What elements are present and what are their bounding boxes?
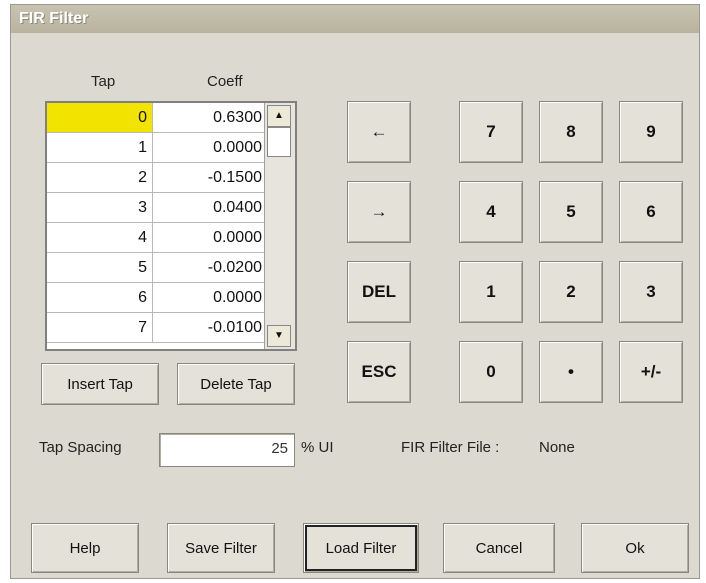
cancel-button[interactable]: Cancel [443, 523, 555, 573]
tap-cell[interactable]: 2 [47, 163, 153, 192]
table-row[interactable]: 0 0.6300 [47, 103, 267, 133]
coeff-cell[interactable]: -0.0200 [153, 253, 267, 282]
tap-coefficient-table[interactable]: 0 0.6300 1 0.0000 2 -0.1500 3 0.0400 4 0.0000 5 -0.… [45, 101, 297, 351]
insert-tap-button[interactable]: Insert Tap [41, 363, 159, 405]
digit-3-button[interactable]: 3 [619, 261, 683, 323]
scroll-thumb[interactable] [267, 127, 291, 157]
tap-cell[interactable]: 1 [47, 133, 153, 162]
coeff-cell[interactable]: 0.0400 [153, 193, 267, 222]
fir-filter-dialog: FIR Filter Tap Coeff 0 0.6300 1 0.0000 2 -0.1… [10, 4, 700, 579]
tap-cell[interactable]: 3 [47, 193, 153, 222]
load-filter-button[interactable]: Load Filter [303, 523, 419, 573]
scroll-up-button[interactable]: ▲ [267, 105, 291, 127]
coeff-cell[interactable]: 0.6300 [153, 103, 267, 132]
tap-spacing-label: Tap Spacing [39, 439, 122, 456]
coeff-cell[interactable]: 0.0000 [153, 283, 267, 312]
tap-column-header: Tap [91, 73, 116, 90]
tap-spacing-unit: % UI [301, 439, 334, 456]
digit-9-button[interactable]: 9 [619, 101, 683, 163]
help-button[interactable]: Help [31, 523, 139, 573]
digit-0-button[interactable]: 0 [459, 341, 523, 403]
tap-spacing-input[interactable]: 25 [159, 433, 295, 467]
cursor-right-button[interactable]: → [347, 181, 411, 243]
coeff-cell[interactable]: -0.0100 [153, 313, 267, 342]
table-row[interactable]: 5 -0.0200 [47, 253, 267, 283]
ok-button[interactable]: Ok [581, 523, 689, 573]
plus-minus-button[interactable]: +/- [619, 341, 683, 403]
digit-8-button[interactable]: 8 [539, 101, 603, 163]
coeff-column-header: Coeff [207, 73, 243, 90]
coeff-cell[interactable]: -0.1500 [153, 163, 267, 192]
digit-5-button[interactable]: 5 [539, 181, 603, 243]
tap-cell[interactable]: 6 [47, 283, 153, 312]
digit-6-button[interactable]: 6 [619, 181, 683, 243]
table-scrollbar[interactable]: ▲ ▼ [264, 103, 295, 349]
table-row[interactable]: 6 0.0000 [47, 283, 267, 313]
coeff-cell[interactable]: 0.0000 [153, 133, 267, 162]
table-row[interactable]: 1 0.0000 [47, 133, 267, 163]
decimal-point-button[interactable]: • [539, 341, 603, 403]
fir-filter-file-value: None [539, 439, 575, 456]
digit-4-button[interactable]: 4 [459, 181, 523, 243]
escape-key-button[interactable]: ESC [347, 341, 411, 403]
tap-cell[interactable]: 4 [47, 223, 153, 252]
digit-7-button[interactable]: 7 [459, 101, 523, 163]
table-row[interactable]: 2 -0.1500 [47, 163, 267, 193]
tap-cell[interactable]: 0 [47, 103, 153, 132]
scroll-down-button[interactable]: ▼ [267, 325, 291, 347]
table-row[interactable]: 3 0.0400 [47, 193, 267, 223]
tap-cell[interactable]: 5 [47, 253, 153, 282]
cursor-left-button[interactable]: ← [347, 101, 411, 163]
table-row[interactable]: 7 -0.0100 [47, 313, 267, 343]
tap-cell[interactable]: 7 [47, 313, 153, 342]
digit-2-button[interactable]: 2 [539, 261, 603, 323]
save-filter-button[interactable]: Save Filter [167, 523, 275, 573]
delete-key-button[interactable]: DEL [347, 261, 411, 323]
table-row[interactable]: 4 0.0000 [47, 223, 267, 253]
fir-filter-file-label: FIR Filter File : [401, 439, 500, 456]
coeff-cell[interactable]: 0.0000 [153, 223, 267, 252]
dialog-title: FIR Filter [11, 5, 699, 33]
delete-tap-button[interactable]: Delete Tap [177, 363, 295, 405]
digit-1-button[interactable]: 1 [459, 261, 523, 323]
